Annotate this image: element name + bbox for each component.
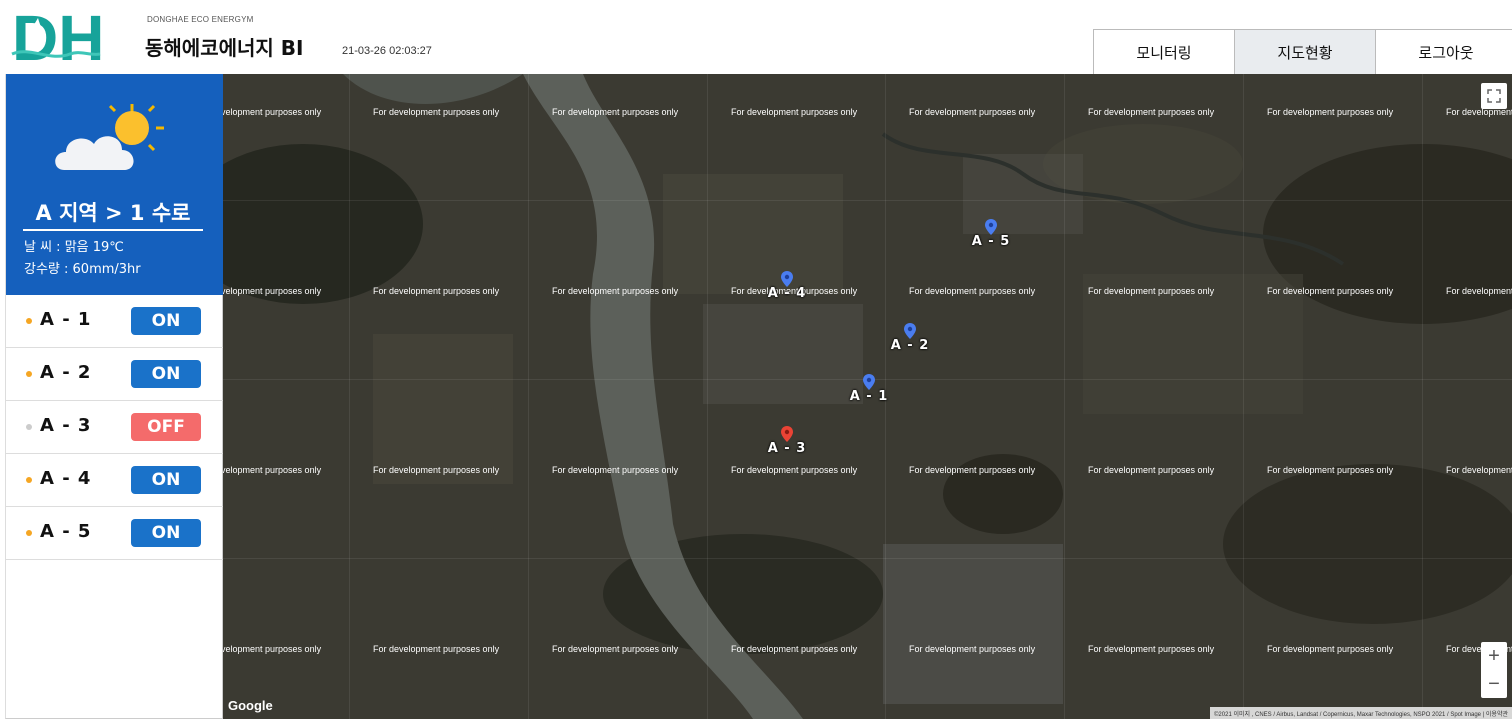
dev-watermark-text: For development purposes only xyxy=(731,465,858,475)
status-toggle-on[interactable]: ON xyxy=(131,466,201,494)
grid-line xyxy=(1064,74,1065,719)
dev-watermark-text: For development purposes only xyxy=(373,465,500,475)
sensor-label: A - 3 xyxy=(40,415,92,436)
map-pin-icon xyxy=(781,271,793,287)
brand-subtitle: DONGHAE ECO ENERGYM xyxy=(147,15,254,24)
weather-text: 날 씨 : 맑음 19℃ xyxy=(24,240,124,255)
map-pin-icon xyxy=(781,426,793,442)
timestamp: 21-03-26 02:03:27 xyxy=(342,45,432,57)
map-pin-icon xyxy=(863,374,875,390)
map-marker-a4[interactable]: A - 4 xyxy=(767,271,807,303)
dev-watermark-text: For development purposes only xyxy=(1267,107,1394,117)
dev-watermark-text: For development purposes only xyxy=(1088,286,1215,296)
sensor-list: A - 1 ON A - 2 ON A - 3 OFF A - 4 ON A -… xyxy=(6,295,223,560)
map-marker-a1[interactable]: A - 1 xyxy=(849,374,889,406)
sensor-label: A - 1 xyxy=(40,309,92,330)
marker-label: A - 2 xyxy=(890,338,930,353)
map-attribution[interactable]: ©2021 이미지 , CNES / Airbus, Landsat / Cop… xyxy=(1210,707,1512,719)
status-toggle-on[interactable]: ON xyxy=(131,360,201,388)
dev-watermark-text: For development purposes only xyxy=(1267,644,1394,654)
rainfall-text: 강수량 : 60mm/3hr xyxy=(24,262,141,277)
sensor-row-a5[interactable]: A - 5 ON xyxy=(6,507,223,560)
marker-label: A - 1 xyxy=(849,389,889,404)
sensor-label: A - 5 xyxy=(40,521,92,542)
dev-watermark-text: For development purposes only xyxy=(1267,286,1394,296)
dev-watermark-text: For development purposes only xyxy=(552,465,679,475)
grid-line xyxy=(349,74,350,719)
dev-watermark-text: For development purposes only xyxy=(731,644,858,654)
status-dot xyxy=(26,477,32,483)
dev-watermark-text: For development purposes only xyxy=(1267,465,1394,475)
status-toggle-on[interactable]: ON xyxy=(131,307,201,335)
fullscreen-icon xyxy=(1487,89,1501,103)
dev-watermark-text: For development purposes only xyxy=(909,644,1036,654)
dev-watermark-text: For development purposes only xyxy=(552,644,679,654)
dev-watermark-text: For development purposes only xyxy=(223,644,322,654)
status-dot xyxy=(26,371,32,377)
sensor-label: A - 4 xyxy=(40,468,92,489)
dev-watermark-text: For development purposes only xyxy=(909,107,1036,117)
weather-panel: A 지역 > 1 수로 날 씨 : 맑음 19℃ 강수량 : 60mm/3hr xyxy=(6,74,223,295)
dev-watermark-text: For development purposes only xyxy=(731,107,858,117)
map-marker-a2[interactable]: A - 2 xyxy=(890,323,930,355)
dev-watermark-text: For development purposes only xyxy=(223,465,322,475)
tab-monitoring[interactable]: 모니터링 xyxy=(1093,29,1235,74)
zoom-in-button[interactable]: + xyxy=(1481,642,1507,670)
dev-watermark-text: For development purposes only xyxy=(1446,286,1512,296)
map-marker-a3[interactable]: A - 3 xyxy=(767,426,807,458)
donghae-logo: DH xyxy=(11,4,104,64)
region-title: A 지역 > 1 수로 xyxy=(23,197,203,231)
status-dot xyxy=(26,318,32,324)
grid-line xyxy=(528,74,529,719)
dev-watermark-text: For development purposes only xyxy=(373,644,500,654)
dev-watermark-text: For development purposes only xyxy=(1088,644,1215,654)
main-nav: 모니터링 지도현황 로그아웃 xyxy=(1093,29,1512,74)
marker-label: A - 3 xyxy=(767,441,807,456)
status-toggle-on[interactable]: ON xyxy=(131,519,201,547)
tab-map-status[interactable]: 지도현황 xyxy=(1234,29,1376,74)
map-pin-icon xyxy=(985,219,997,235)
dev-watermark-text: For development purposes only xyxy=(1088,465,1215,475)
dev-watermark-text: For development purposes only xyxy=(909,465,1036,475)
dev-watermark-text: For development purposes only xyxy=(552,286,679,296)
zoom-out-button[interactable]: − xyxy=(1481,670,1507,698)
brand-title: 동해에코에너지 BI xyxy=(145,36,304,60)
dev-watermark-text: For development purposes only xyxy=(1088,107,1215,117)
grid-line xyxy=(1243,74,1244,719)
grid-line xyxy=(223,200,1512,201)
dev-watermark-text: For development purposes only xyxy=(552,107,679,117)
dev-watermark-text: For development purposes only xyxy=(223,107,322,117)
status-toggle-off[interactable]: OFF xyxy=(131,413,201,441)
sensor-label: A - 2 xyxy=(40,362,92,383)
tab-logout[interactable]: 로그아웃 xyxy=(1375,29,1512,74)
zoom-control: + − xyxy=(1481,642,1507,698)
marker-label: A - 5 xyxy=(971,234,1011,249)
dev-watermark-text: For development purposes only xyxy=(223,286,322,296)
sidebar: A 지역 > 1 수로 날 씨 : 맑음 19℃ 강수량 : 60mm/3hr … xyxy=(5,74,223,719)
dev-watermark-text: For development purposes only xyxy=(909,286,1036,296)
header: DH DONGHAE ECO ENERGYM 동해에코에너지 BI 21-03-… xyxy=(0,0,1512,74)
marker-label: A - 4 xyxy=(767,286,807,301)
partly-cloudy-icon xyxy=(55,104,164,170)
status-dot xyxy=(26,424,32,430)
satellite-map[interactable]: For development purposes only For develop… xyxy=(223,74,1512,719)
dev-watermark-text: For development purposes only xyxy=(1446,465,1512,475)
sensor-row-a4[interactable]: A - 4 ON xyxy=(6,454,223,507)
grid-line xyxy=(1422,74,1423,719)
dev-watermark-text: For development purposes only xyxy=(373,286,500,296)
map-pin-icon xyxy=(904,323,916,339)
sensor-row-a2[interactable]: A - 2 ON xyxy=(6,348,223,401)
sensor-row-a1[interactable]: A - 1 ON xyxy=(6,295,223,348)
status-dot xyxy=(26,530,32,536)
sensor-row-a3[interactable]: A - 3 OFF xyxy=(6,401,223,454)
grid-line xyxy=(223,558,1512,559)
dev-watermark-text: For development purposes only xyxy=(373,107,500,117)
google-logo: Google xyxy=(228,698,273,713)
grid-line xyxy=(707,74,708,719)
fullscreen-button[interactable] xyxy=(1481,83,1507,109)
map-marker-a5[interactable]: A - 5 xyxy=(971,219,1011,251)
